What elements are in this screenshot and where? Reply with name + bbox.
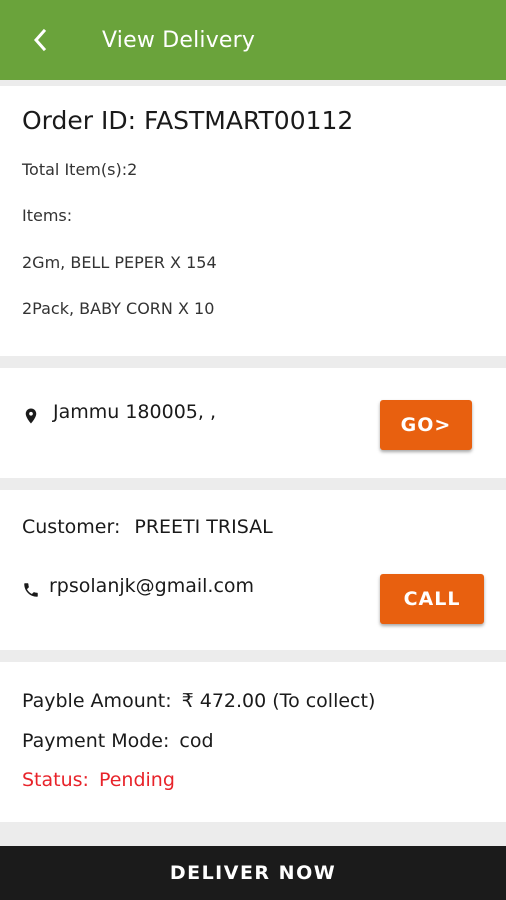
app-bar: View Delivery xyxy=(0,0,506,80)
location-pin-icon xyxy=(25,408,37,424)
customer-row: Customer: PREETI TRISAL xyxy=(22,516,273,538)
chevron-left-icon xyxy=(33,28,47,52)
list-item: 2Gm, BELL PEPER X 154 xyxy=(22,253,217,272)
list-item: 2Pack, BABY CORN X 10 xyxy=(22,299,215,318)
payable-amount-value: ₹ 472.00 (To collect) xyxy=(181,690,376,712)
page-title: View Delivery xyxy=(102,27,256,53)
customer-card: Customer: PREETI TRISAL rpsolanjk@gmail.c… xyxy=(0,490,506,650)
call-button[interactable]: CALL xyxy=(380,574,484,624)
customer-email: rpsolanjk@gmail.com xyxy=(49,575,255,597)
customer-label: Customer: xyxy=(22,516,121,538)
items-label: Items: xyxy=(22,206,73,225)
payment-mode-row: Payment Mode: cod xyxy=(22,730,214,752)
payable-amount-label: Payble Amount: xyxy=(22,690,172,712)
payment-card: Payble Amount: ₹ 472.00 (To collect) Paym… xyxy=(0,662,506,822)
customer-name: PREETI TRISAL xyxy=(134,516,273,538)
status-value: Pending xyxy=(98,769,175,791)
address-card: Jammu 180005, , GO> xyxy=(0,368,506,478)
payment-mode-label: Payment Mode: xyxy=(22,730,170,752)
payment-mode-value: cod xyxy=(179,730,214,752)
total-items: Total Item(s):2 xyxy=(22,160,138,179)
go-button[interactable]: GO> xyxy=(380,400,472,450)
payable-amount-row: Payble Amount: ₹ 472.00 (To collect) xyxy=(22,690,375,712)
back-button[interactable] xyxy=(0,0,80,80)
delivery-address: Jammu 180005, , xyxy=(53,401,216,423)
phone-icon xyxy=(24,583,38,597)
order-card: Order ID: FASTMART00112 Total Item(s):2 … xyxy=(0,86,506,356)
status-label: Status: xyxy=(22,769,89,791)
deliver-now-button[interactable]: DELIVER NOW xyxy=(0,846,506,900)
order-id: Order ID: FASTMART00112 xyxy=(22,106,354,135)
status-row: Status: Pending xyxy=(22,769,175,791)
